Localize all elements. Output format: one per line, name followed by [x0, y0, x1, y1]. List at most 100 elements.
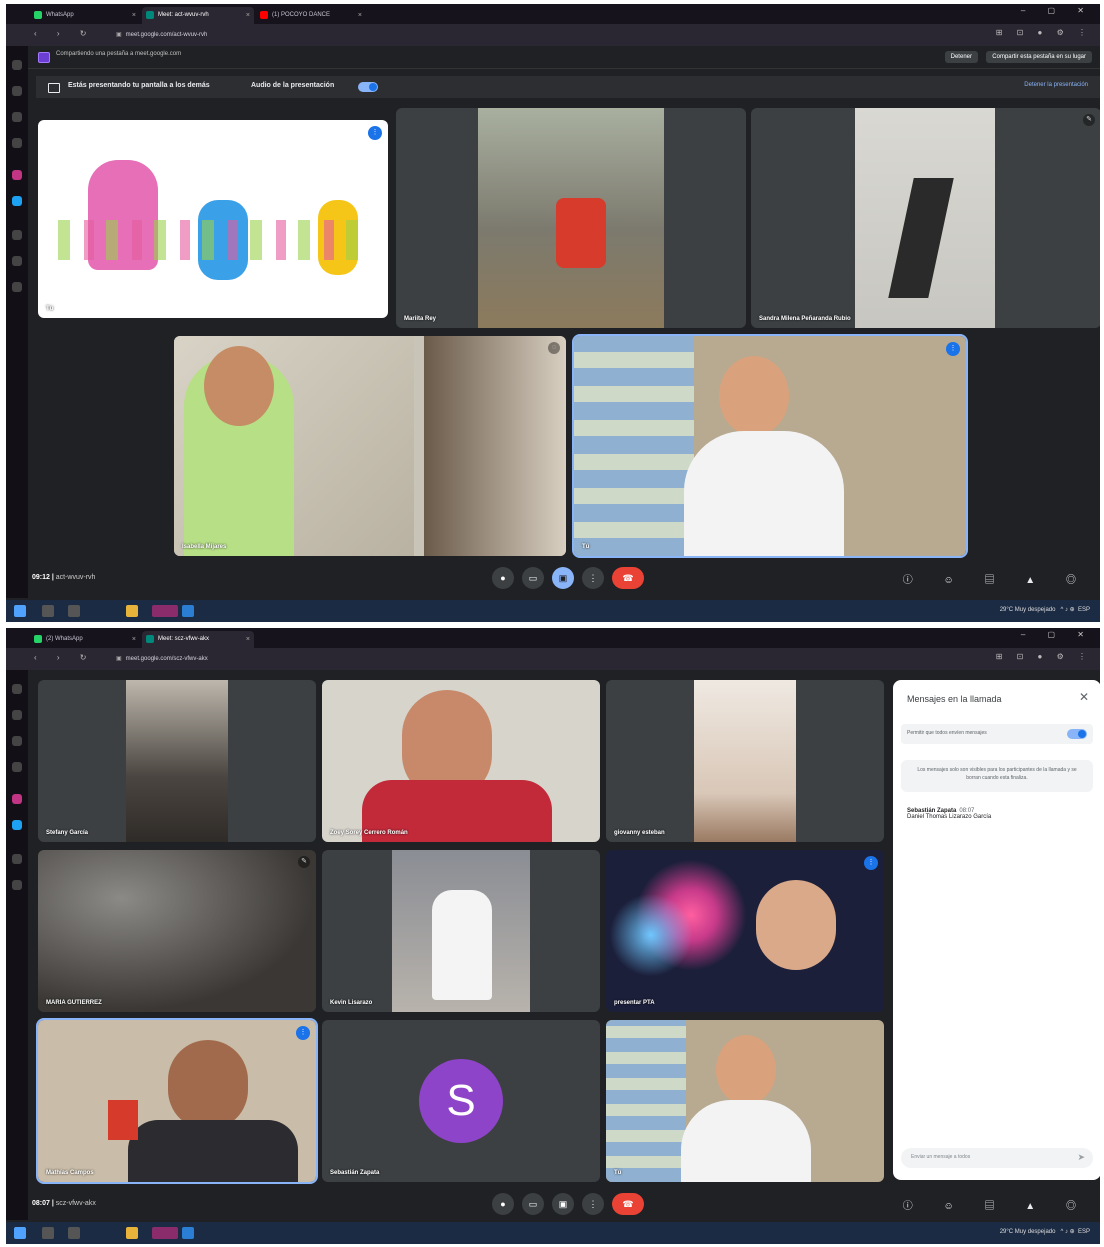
search-icon[interactable] — [42, 1227, 54, 1239]
end-call-button[interactable]: ☎ — [612, 1193, 644, 1215]
present-button[interactable]: ▣ — [552, 567, 574, 589]
video-tile-self[interactable]: ⋮ Tú — [572, 334, 968, 558]
video-content — [684, 431, 844, 556]
participant-name: Zoey Sorey Cerrero Román — [330, 830, 408, 836]
video-tile[interactable]: Mariita Rey — [396, 108, 746, 328]
video-tile[interactable]: S Sebastián Zapata — [322, 1020, 600, 1182]
windows-start-icon[interactable] — [14, 1227, 26, 1239]
close-icon[interactable]: ✕ — [1079, 690, 1089, 704]
twitter-icon[interactable] — [12, 820, 22, 830]
send-icon[interactable]: ➤ — [1077, 1152, 1085, 1163]
video-tile[interactable]: Stefany García — [38, 680, 316, 842]
app-icon[interactable] — [182, 1227, 194, 1239]
video-tile[interactable]: ⋮ Mathías Campos — [36, 1018, 318, 1184]
more-options-button[interactable]: ⋮ — [582, 1193, 604, 1215]
sidebar-icon[interactable] — [12, 710, 22, 720]
side-controls[interactable]: ⓘ ☺ ▤ ▲ ◎ — [903, 571, 1090, 586]
mic-button[interactable]: ● — [492, 567, 514, 589]
stop-presentation-link[interactable]: Detener la presentación — [1024, 82, 1088, 88]
speaking-icon: ⋮ — [368, 126, 382, 140]
url-field[interactable]: ▣ meet.google.com/scz-vfwv-akx — [116, 653, 876, 665]
browser-icon[interactable] — [152, 605, 178, 617]
instagram-icon[interactable] — [12, 794, 22, 804]
side-controls[interactable]: ⓘ ☺ ▤ ▲ ◎ — [903, 1197, 1090, 1212]
video-tile-self[interactable]: Tú — [606, 1020, 884, 1182]
sidebar-icon[interactable] — [12, 230, 22, 240]
camera-button[interactable]: ▭ — [522, 1193, 544, 1215]
video-tile[interactable]: Zoey Sorey Cerrero Román — [322, 680, 600, 842]
nav-buttons[interactable]: ‹ › ↻ — [34, 653, 95, 662]
sidebar-icon[interactable] — [12, 282, 22, 292]
video-tile[interactable]: ✎ Sandra Milena Peñaranda Rubio — [751, 108, 1100, 328]
language-indicator: ESP — [1077, 1229, 1090, 1235]
video-content — [606, 1020, 686, 1182]
windows-start-icon[interactable] — [14, 605, 26, 617]
more-options-button[interactable]: ⋮ — [582, 567, 604, 589]
video-tile[interactable]: Kevin Lisarazo — [322, 850, 600, 1012]
participant-name: Stefany García — [46, 830, 89, 836]
end-call-button[interactable]: ☎ — [612, 567, 644, 589]
video-tile[interactable]: ✎ MARIA GUTIERREZ — [38, 850, 316, 1012]
screenshot-presenting: WhatsApp × Meet: act-wvuv-rvh × (1) POCOYO… — [6, 4, 1100, 622]
close-icon[interactable]: × — [358, 7, 362, 24]
speaking-icon: ⋮ — [296, 1026, 310, 1040]
extension-icons[interactable]: ⊞ ⊡ ● ⚙ ⋮ — [996, 652, 1092, 661]
browser-icon[interactable] — [152, 1227, 178, 1239]
sidebar-icon[interactable] — [12, 256, 22, 266]
close-icon[interactable]: × — [132, 631, 136, 648]
audio-toggle[interactable] — [358, 82, 378, 92]
app-icon[interactable] — [182, 605, 194, 617]
close-icon[interactable]: × — [246, 7, 250, 24]
window-controls[interactable]: – ▢ ✕ — [1021, 6, 1094, 15]
stop-sharing-button[interactable]: Detener — [944, 51, 978, 63]
video-tile[interactable]: giovanny esteban — [606, 680, 884, 842]
sidebar-icon[interactable] — [12, 86, 22, 96]
close-icon[interactable]: × — [246, 631, 250, 648]
taskview-icon[interactable] — [68, 605, 80, 617]
video-tile[interactable]: ⋮ presentar PTA — [606, 850, 884, 1012]
nav-buttons[interactable]: ‹ › ↻ — [34, 29, 95, 38]
chat-note: Los mensajes solo son visibles para los … — [901, 760, 1093, 792]
video-tile[interactable]: ◌ Isabella Mijares — [174, 336, 566, 556]
participant-avatar: S — [419, 1059, 503, 1143]
sidebar-icon[interactable] — [12, 762, 22, 772]
camera-button[interactable]: ▭ — [522, 567, 544, 589]
tab-whatsapp[interactable]: (2) WhatsApp × — [30, 631, 140, 648]
tab-meet[interactable]: Meet: scz-vfwv-akx × — [142, 631, 254, 648]
permission-toggle[interactable] — [1067, 729, 1087, 739]
meeting-controls: 08:07 | scz-vfwv-akx ● ▭ ▣ ⋮ ☎ ⓘ ☺ ▤ ▲ ◎ — [6, 1192, 1100, 1218]
explorer-icon[interactable] — [126, 1227, 138, 1239]
tab-whatsapp[interactable]: WhatsApp × — [30, 7, 140, 24]
sidebar-icon[interactable] — [12, 112, 22, 122]
instagram-icon[interactable] — [12, 170, 22, 180]
sidebar-icon[interactable] — [12, 854, 22, 864]
participant-name: Sandra Milena Peñaranda Rubio — [759, 316, 851, 322]
sidebar-icon[interactable] — [12, 138, 22, 148]
video-tile[interactable]: ⋮ Tú — [38, 120, 388, 318]
participant-name: Isabella Mijares — [182, 544, 227, 550]
sidebar-icon[interactable] — [12, 684, 22, 694]
chat-input[interactable]: Enviar un mensaje a todos ➤ — [901, 1148, 1093, 1168]
tab-meet[interactable]: Meet: act-wvuv-rvh × — [142, 7, 254, 24]
tab-youtube[interactable]: (1) POCOYO DANCE × — [256, 7, 366, 24]
close-icon[interactable]: × — [132, 7, 136, 24]
participant-name: giovanny esteban — [614, 830, 665, 836]
muted-icon: ✎ — [298, 856, 310, 868]
window-controls[interactable]: – ▢ ✕ — [1021, 630, 1094, 639]
sidebar-icon[interactable] — [12, 736, 22, 746]
url-field[interactable]: ▣ meet.google.com/act-wvuv-rvh — [116, 29, 876, 41]
chat-message: Sebastián Zapata 08:07 Daniel Thomas Liza… — [907, 808, 991, 820]
sidebar-icon[interactable] — [12, 880, 22, 890]
share-this-tab-button[interactable]: Compartir esta pestaña en su lugar — [986, 51, 1092, 63]
sidebar-icon[interactable] — [12, 60, 22, 70]
mic-button[interactable]: ● — [492, 1193, 514, 1215]
meeting-clock: 08:07 | scz-vfwv-akx — [32, 1200, 96, 1207]
taskview-icon[interactable] — [68, 1227, 80, 1239]
video-content — [432, 890, 492, 1000]
extension-icons[interactable]: ⊞ ⊡ ● ⚙ ⋮ — [996, 28, 1092, 37]
search-icon[interactable] — [42, 605, 54, 617]
video-content — [126, 680, 228, 842]
present-button[interactable]: ▣ — [552, 1193, 574, 1215]
explorer-icon[interactable] — [126, 605, 138, 617]
twitter-icon[interactable] — [12, 196, 22, 206]
